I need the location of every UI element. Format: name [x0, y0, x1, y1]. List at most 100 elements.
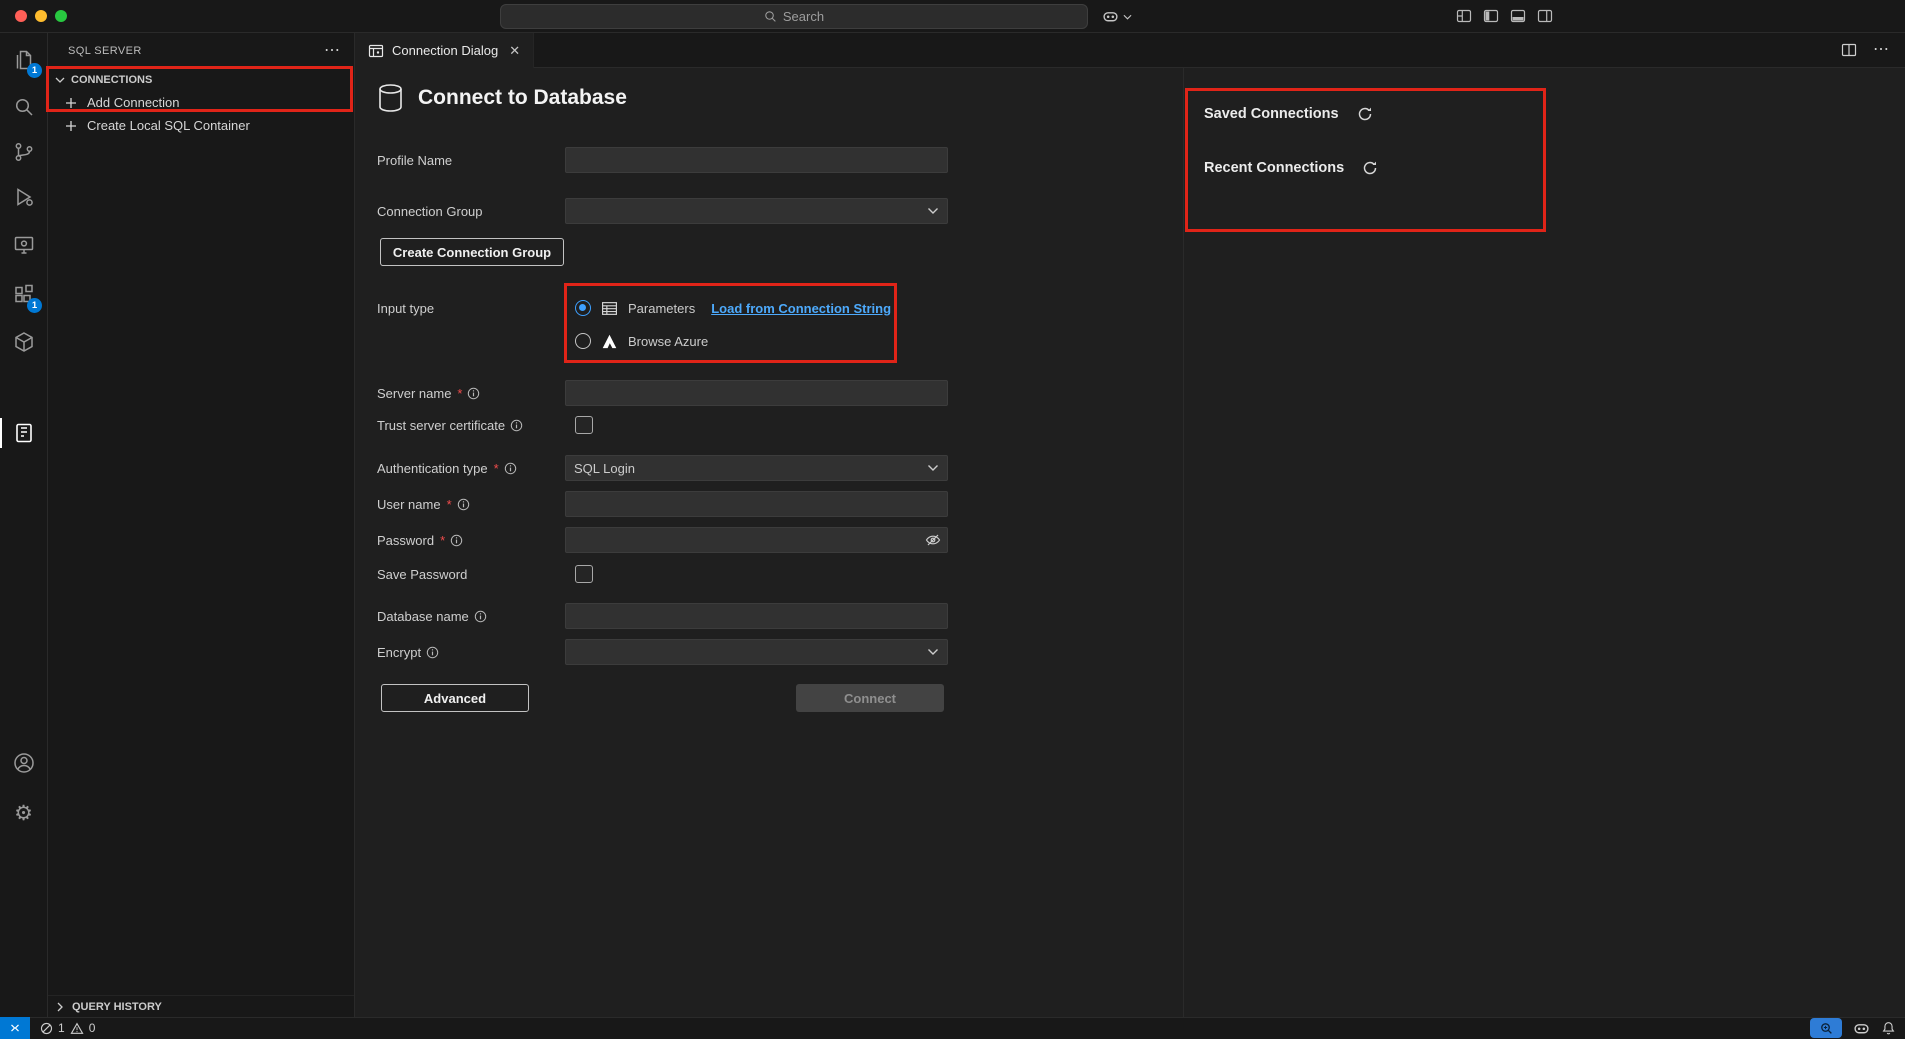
- titlebar: Search: [0, 0, 1905, 33]
- add-connection-item[interactable]: Add Connection: [48, 91, 354, 114]
- encrypt-select[interactable]: [565, 639, 948, 665]
- chevron-right-icon: [52, 999, 68, 1015]
- azure-icon: [601, 333, 618, 350]
- toggle-secondary-sidebar-icon[interactable]: [1537, 8, 1553, 24]
- explorer-badge: 1: [27, 63, 42, 78]
- warning-icon: [70, 1022, 84, 1035]
- server-name-input[interactable]: [565, 380, 948, 406]
- accounts-icon[interactable]: [0, 741, 47, 785]
- required-marker: *: [447, 497, 452, 512]
- search-placeholder: Search: [783, 9, 824, 24]
- password-label: Password: [377, 533, 434, 548]
- copilot-status-icon[interactable]: [1853, 1020, 1870, 1037]
- server-name-label: Server name: [377, 386, 451, 401]
- authentication-type-label: Authentication type: [377, 461, 488, 476]
- advanced-button[interactable]: Advanced: [381, 684, 529, 712]
- chevron-down-icon: [927, 464, 939, 472]
- split-editor-icon[interactable]: [1841, 42, 1857, 58]
- info-icon: [457, 498, 470, 511]
- toggle-panel-icon[interactable]: [1510, 8, 1526, 24]
- page-title: Connect to Database: [418, 86, 627, 110]
- plus-icon: [64, 119, 78, 133]
- toggle-primary-sidebar-icon[interactable]: [1483, 8, 1499, 24]
- minimize-window-button[interactable]: [35, 10, 47, 22]
- info-icon: [467, 387, 480, 400]
- vscode-window: Search 1: [0, 0, 1905, 1039]
- error-icon: [40, 1022, 53, 1035]
- user-name-input[interactable]: [565, 491, 948, 517]
- trust-server-certificate-checkbox[interactable]: [575, 416, 593, 434]
- status-bar: 1 0: [0, 1017, 1905, 1039]
- chevron-down-icon: [927, 207, 939, 215]
- search-view-icon[interactable]: [0, 85, 47, 129]
- saved-connections-title: Saved Connections: [1204, 106, 1339, 122]
- zoom-status-button[interactable]: [1810, 1018, 1842, 1038]
- recent-connections-title: Recent Connections: [1204, 160, 1344, 176]
- profile-name-input[interactable]: [565, 147, 948, 173]
- refresh-icon[interactable]: [1357, 106, 1373, 122]
- problems-indicator[interactable]: 1 0: [40, 1021, 95, 1035]
- database-name-input[interactable]: [565, 603, 948, 629]
- warning-count: 0: [89, 1021, 96, 1035]
- sql-server-icon[interactable]: [0, 411, 47, 455]
- tab-bar: Connection Dialog ✕ ⋯: [355, 33, 1905, 68]
- browse-azure-radio-label: Browse Azure: [628, 334, 708, 349]
- source-control-icon[interactable]: [0, 130, 47, 174]
- browse-azure-radio[interactable]: [575, 333, 591, 349]
- customize-layout-icon[interactable]: [1456, 8, 1472, 24]
- remote-explorer-icon[interactable]: [0, 223, 47, 267]
- extensions-icon[interactable]: 1: [0, 273, 47, 317]
- parameters-radio[interactable]: [575, 300, 591, 316]
- create-connection-group-button[interactable]: Create Connection Group: [380, 238, 564, 266]
- remote-indicator[interactable]: [0, 1017, 30, 1039]
- chevron-down-icon: [52, 72, 68, 88]
- copilot-menu-button[interactable]: [1102, 8, 1132, 25]
- required-marker: *: [457, 386, 462, 401]
- profile-name-label: Profile Name: [377, 153, 565, 168]
- close-tab-icon[interactable]: ✕: [506, 42, 523, 60]
- sidebar-more-actions-icon[interactable]: ⋯: [324, 46, 340, 56]
- chevron-down-icon: [1123, 14, 1132, 20]
- eye-off-icon[interactable]: [925, 532, 941, 548]
- info-icon: [450, 534, 463, 547]
- create-local-sql-container-item[interactable]: Create Local SQL Container: [48, 114, 354, 137]
- query-history-section-header[interactable]: QUERY HISTORY: [48, 995, 354, 1017]
- parameters-radio-label: Parameters: [628, 301, 695, 316]
- close-window-button[interactable]: [15, 10, 27, 22]
- bell-icon[interactable]: [1881, 1021, 1896, 1036]
- database-icon: [377, 83, 404, 113]
- editor-more-actions-icon[interactable]: ⋯: [1873, 45, 1889, 55]
- maximize-window-button[interactable]: [55, 10, 67, 22]
- connections-section-header[interactable]: CONNECTIONS: [48, 68, 354, 91]
- save-password-checkbox[interactable]: [575, 565, 593, 583]
- chevron-down-icon: [927, 648, 939, 656]
- connections-side-panel: Saved Connections Recent Connections: [1183, 68, 1905, 1017]
- explorer-icon[interactable]: 1: [0, 38, 47, 82]
- authentication-type-value: SQL Login: [574, 461, 635, 476]
- connect-button[interactable]: Connect: [796, 684, 944, 712]
- info-icon: [426, 646, 439, 659]
- connection-dialog-tab-icon: [368, 43, 384, 59]
- settings-gear-icon[interactable]: ⚙: [0, 791, 47, 835]
- containers-icon[interactable]: [0, 320, 47, 364]
- load-from-connection-string-link[interactable]: Load from Connection String: [711, 301, 891, 316]
- required-marker: *: [494, 461, 499, 476]
- search-input[interactable]: Search: [500, 4, 1088, 29]
- encrypt-label: Encrypt: [377, 645, 421, 660]
- plus-icon: [64, 96, 78, 110]
- password-input[interactable]: [565, 527, 948, 553]
- search-icon: [764, 10, 777, 23]
- info-icon: [510, 419, 523, 432]
- copilot-icon: [1102, 8, 1119, 25]
- run-debug-icon[interactable]: [0, 175, 47, 219]
- save-password-label: Save Password: [377, 567, 565, 582]
- window-controls: [15, 10, 67, 22]
- tab-connection-dialog[interactable]: Connection Dialog ✕: [355, 33, 534, 68]
- tab-label: Connection Dialog: [392, 43, 498, 58]
- refresh-icon[interactable]: [1362, 160, 1378, 176]
- connection-group-label: Connection Group: [377, 204, 565, 219]
- authentication-type-select[interactable]: SQL Login: [565, 455, 948, 481]
- connection-group-select[interactable]: [565, 198, 948, 224]
- info-icon: [474, 610, 487, 623]
- required-marker: *: [440, 533, 445, 548]
